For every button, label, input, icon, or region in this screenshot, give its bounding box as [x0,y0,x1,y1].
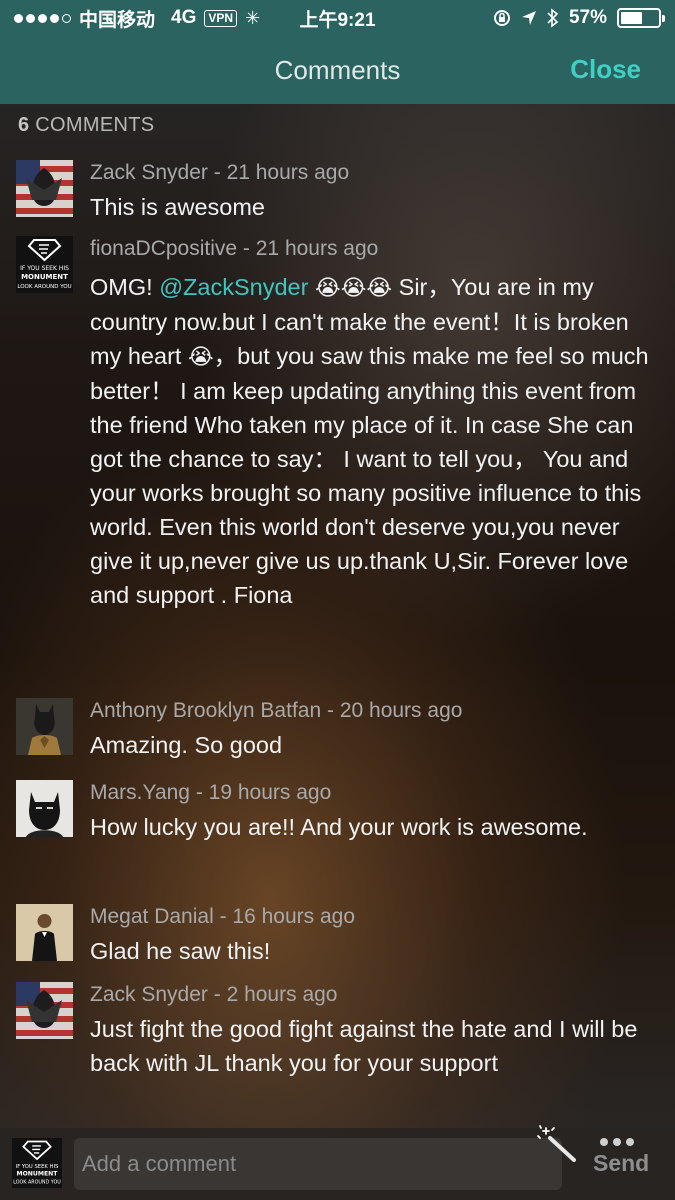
avatar[interactable] [16,904,73,961]
spinner-icon: ✳ [245,7,261,28]
lock-rotation-icon [493,10,510,26]
comment-author[interactable]: Mars.Yang [90,781,190,804]
comment-text: Glad he saw this! [90,938,271,964]
comment-text-part: ，but you saw this make me feel so much b… [90,343,649,608]
page-title: Comments [274,54,401,85]
avatar-text: IF YOU SEEK HIS [16,1164,59,1170]
more-dots-icon[interactable] [600,1138,634,1146]
crying-emoji: 😭 [187,344,214,369]
avatar: IF YOU SEEK HIS MONUMENT LOOK AROUND YOU [12,1138,62,1188]
comment-input[interactable] [74,1138,562,1190]
avatar-text: MONUMENT [17,1171,59,1178]
comment-time: 19 hours ago [208,781,332,804]
comment-author[interactable]: fionaDCpositive [90,237,237,260]
comment-text: OMG! @ZackSnyder 😭😭😭 Sir，You are in my c… [90,270,650,612]
avatar[interactable] [16,982,73,1039]
avatar[interactable] [16,780,73,837]
carrier-name: 中国移动 [79,9,156,31]
comment-author[interactable]: Zack Snyder [90,161,208,184]
comment-meta: Megat Danial - 16 hours ago [90,905,356,928]
location-arrow-icon [521,11,536,25]
status-bar: 中国移动 4G VPN ✳ 上午9:21 57% [0,0,675,36]
comment-text: This is awesome [90,194,265,220]
magic-wand-icon[interactable] [534,1124,578,1164]
avatar-text: IF YOU SEEK HIS [20,265,69,272]
comment-time: 21 hours ago [255,237,379,260]
avatar[interactable] [16,160,73,217]
comment-text: Just fight the good fight against the ha… [90,1016,638,1076]
comment-time: 2 hours ago [226,983,338,1006]
avatar-text: LOOK AROUND YOU [13,1180,61,1186]
comment-author[interactable]: Anthony Brooklyn Batfan [90,699,321,722]
comments-label: COMMENTS [35,114,155,136]
comment-time: 16 hours ago [232,905,356,928]
comment-meta: Zack Snyder - 2 hours ago [90,983,338,1006]
comment-meta: Anthony Brooklyn Batfan - 20 hours ago [90,699,463,722]
nav-bar: Comments Close [0,36,675,104]
bluetooth-icon [547,8,559,28]
network-type: 4G [171,7,197,28]
close-button[interactable]: Close [570,54,641,85]
comments-count: 6 [18,114,30,136]
comment-text-part: OMG! [90,274,160,300]
comments-count-header: 6 COMMENTS [18,114,154,137]
battery-level-fill [621,12,642,24]
avatar-text: MONUMENT [21,273,68,281]
comment-text: Amazing. So good [90,732,283,758]
comment-time: 21 hours ago [226,161,350,184]
battery-icon [617,8,665,28]
comment-meta: fionaDCpositive - 21 hours ago [90,237,379,260]
avatar[interactable] [16,698,73,755]
comment-meta: Mars.Yang - 19 hours ago [90,781,332,804]
comment-author[interactable]: Zack Snyder [90,983,208,1006]
signal-icon [14,13,71,23]
vpn-badge: VPN [204,9,238,27]
battery-percent: 57% [568,7,607,28]
comment-meta: Zack Snyder - 21 hours ago [90,161,350,184]
avatar-text: LOOK AROUND YOU [17,284,71,290]
send-button[interactable]: Send [593,1150,649,1177]
comment-text: How lucky you are!! And your work is awe… [90,814,588,840]
mention-link[interactable]: @ZackSnyder [159,274,308,300]
avatar[interactable]: IF YOU SEEK HIS MONUMENT LOOK AROUND YOU [16,236,73,293]
crying-emoji: 😭😭😭 [314,275,393,300]
comment-author[interactable]: Megat Danial [90,905,214,928]
comment-time: 20 hours ago [339,699,463,722]
